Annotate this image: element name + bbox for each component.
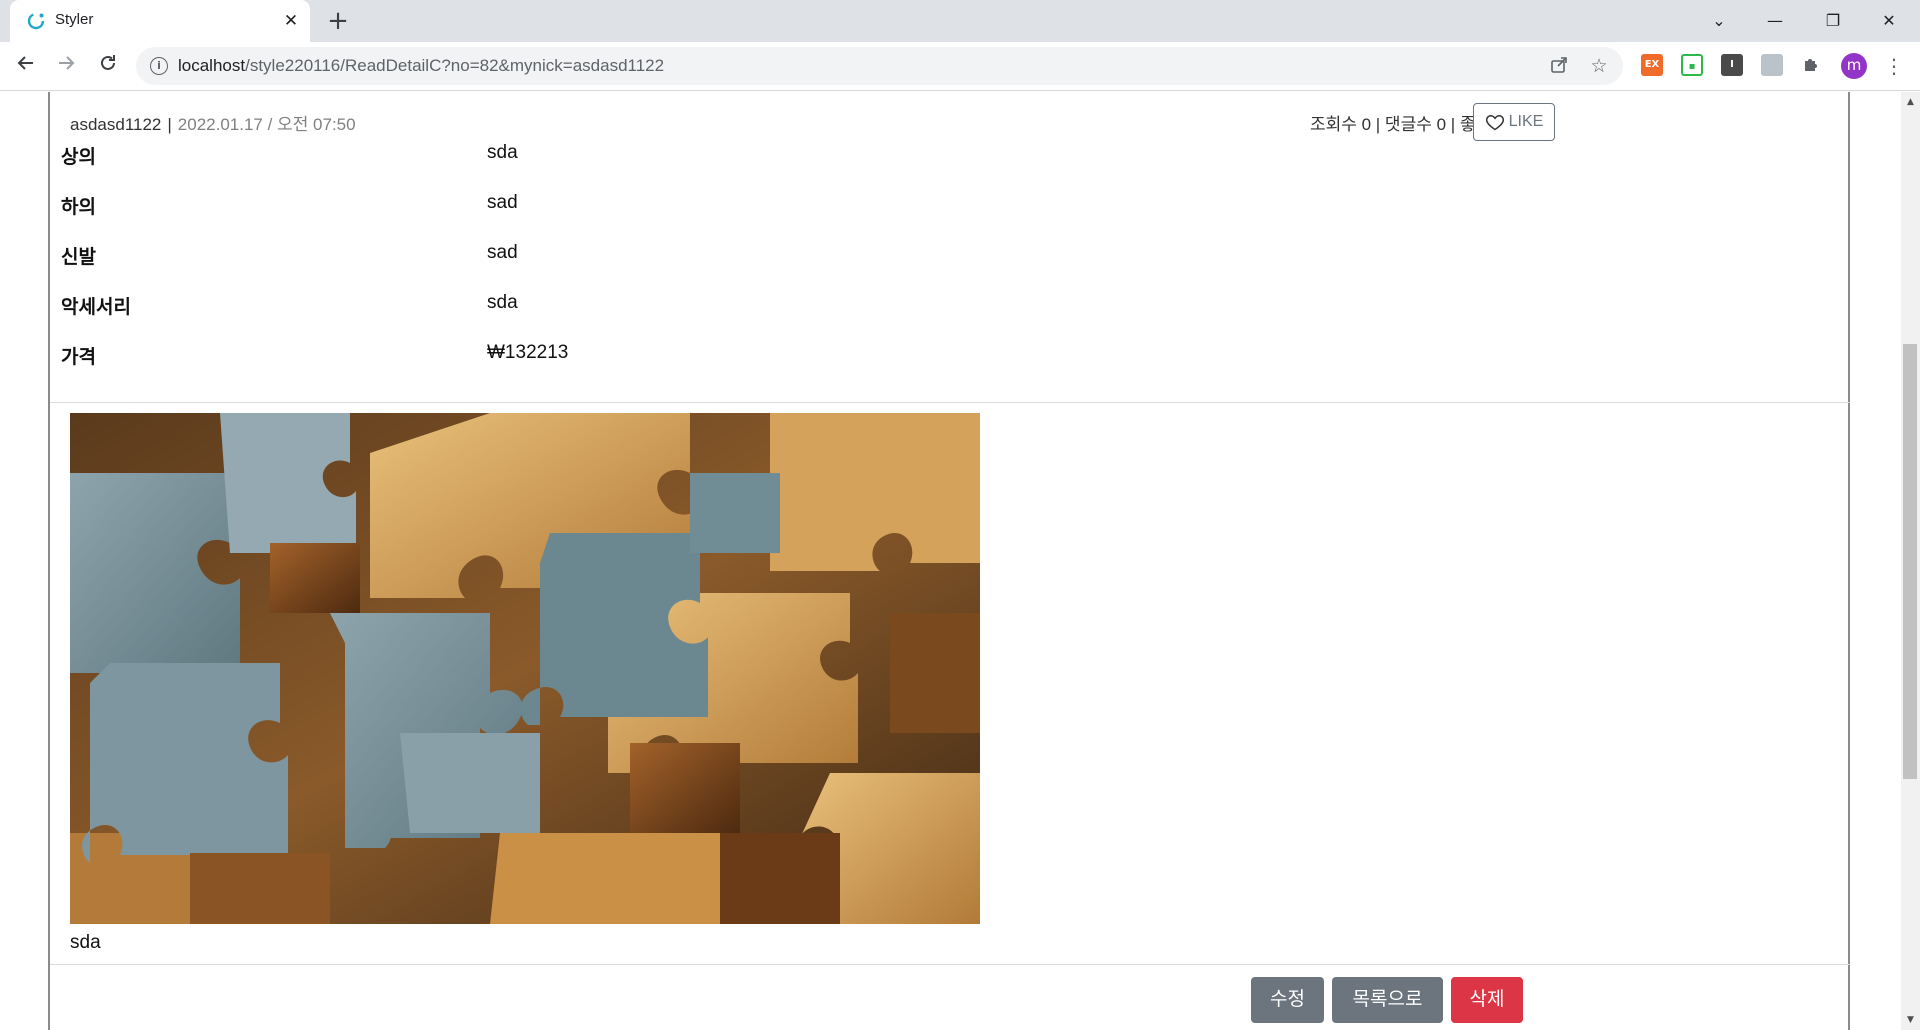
detail-label: 악세서리 — [61, 297, 131, 318]
detail-row-accessory: 악세서리 sda — [61, 277, 1841, 327]
browser-toolbar: i localhost/style220116/ReadDetailC?no=8… — [0, 42, 1920, 91]
photo-extension-icon[interactable] — [1761, 54, 1783, 76]
page-viewport: asdasd1122 | 2022.01.17 / 오전 07:50 조회수 0 |… — [0, 92, 1901, 1030]
detail-row-bottom: 하의 sad — [61, 177, 1841, 227]
restore-icon[interactable]: ❐ — [1810, 6, 1856, 36]
detail-value: ₩132213 — [487, 342, 569, 363]
back-to-list-button[interactable]: 목록으로 — [1332, 977, 1443, 1023]
puzzle-pieces-image — [70, 413, 980, 924]
scroll-down-icon[interactable]: ▼ — [1901, 1012, 1920, 1028]
profile-avatar[interactable]: m — [1841, 53, 1867, 79]
share-icon[interactable] — [1548, 55, 1570, 77]
detail-value: sad — [487, 192, 518, 213]
detail-label: 가격 — [61, 347, 96, 368]
detail-label: 하의 — [61, 197, 96, 218]
scroll-up-icon[interactable]: ▲ — [1901, 94, 1920, 110]
address-bar[interactable]: i localhost/style220116/ReadDetailC?no=8… — [136, 47, 1623, 85]
new-tab-icon[interactable]: + — [324, 8, 352, 36]
reload-icon[interactable] — [94, 52, 122, 80]
tab-search-chevron-icon[interactable]: ⌄ — [1696, 6, 1742, 36]
detail-value: sad — [487, 242, 518, 263]
close-tab-icon[interactable]: ✕ — [280, 10, 302, 32]
detail-value: sda — [487, 292, 518, 313]
url-path: /style220116/ReadDetailC?no=82&mynick=as… — [245, 56, 665, 75]
puzzle-extensions-icon[interactable] — [1801, 54, 1823, 76]
site-info-icon[interactable]: i — [150, 57, 168, 75]
url-host: localhost — [178, 56, 246, 75]
detail-label: 신발 — [61, 247, 96, 268]
tab-title: Styler — [55, 11, 94, 28]
dark-extension-icon[interactable]: I — [1721, 54, 1743, 76]
edit-button[interactable]: 수정 — [1251, 977, 1324, 1023]
ex-extension-icon[interactable]: EX — [1641, 54, 1663, 76]
url-text: localhost/style220116/ReadDetailC?no=82&… — [178, 56, 664, 76]
browser-tab[interactable]: Styler ✕ — [10, 0, 310, 42]
bookmark-star-icon[interactable]: ☆ — [1588, 55, 1610, 77]
page-scrollbar[interactable]: ▲ ▼ — [1901, 92, 1920, 1030]
detail-label: 상의 — [61, 147, 96, 168]
window-close-icon[interactable]: ✕ — [1866, 6, 1912, 36]
post-photo — [70, 413, 980, 924]
detail-row-top: 상의 sda — [61, 127, 1841, 177]
minimize-icon[interactable]: — — [1752, 6, 1798, 36]
post-caption: sda — [70, 932, 101, 953]
footer-divider — [50, 964, 1850, 965]
forward-arrow-icon[interactable] — [52, 52, 80, 80]
section-divider — [50, 402, 1850, 403]
delete-button[interactable]: 삭제 — [1451, 977, 1523, 1023]
more-menu-icon[interactable]: ⋮ — [1884, 52, 1904, 80]
scroll-thumb[interactable] — [1903, 344, 1917, 779]
styler-favicon-icon — [27, 12, 45, 30]
back-arrow-icon[interactable] — [12, 52, 40, 80]
green-extension-icon[interactable]: ▪ — [1681, 54, 1703, 76]
detail-row-shoes: 신발 sad — [61, 227, 1841, 277]
detail-value: sda — [487, 142, 518, 163]
tab-strip: Styler ✕ + ⌄ — ❐ ✕ — [0, 0, 1920, 42]
detail-row-price: 가격 ₩132213 — [61, 327, 1841, 377]
